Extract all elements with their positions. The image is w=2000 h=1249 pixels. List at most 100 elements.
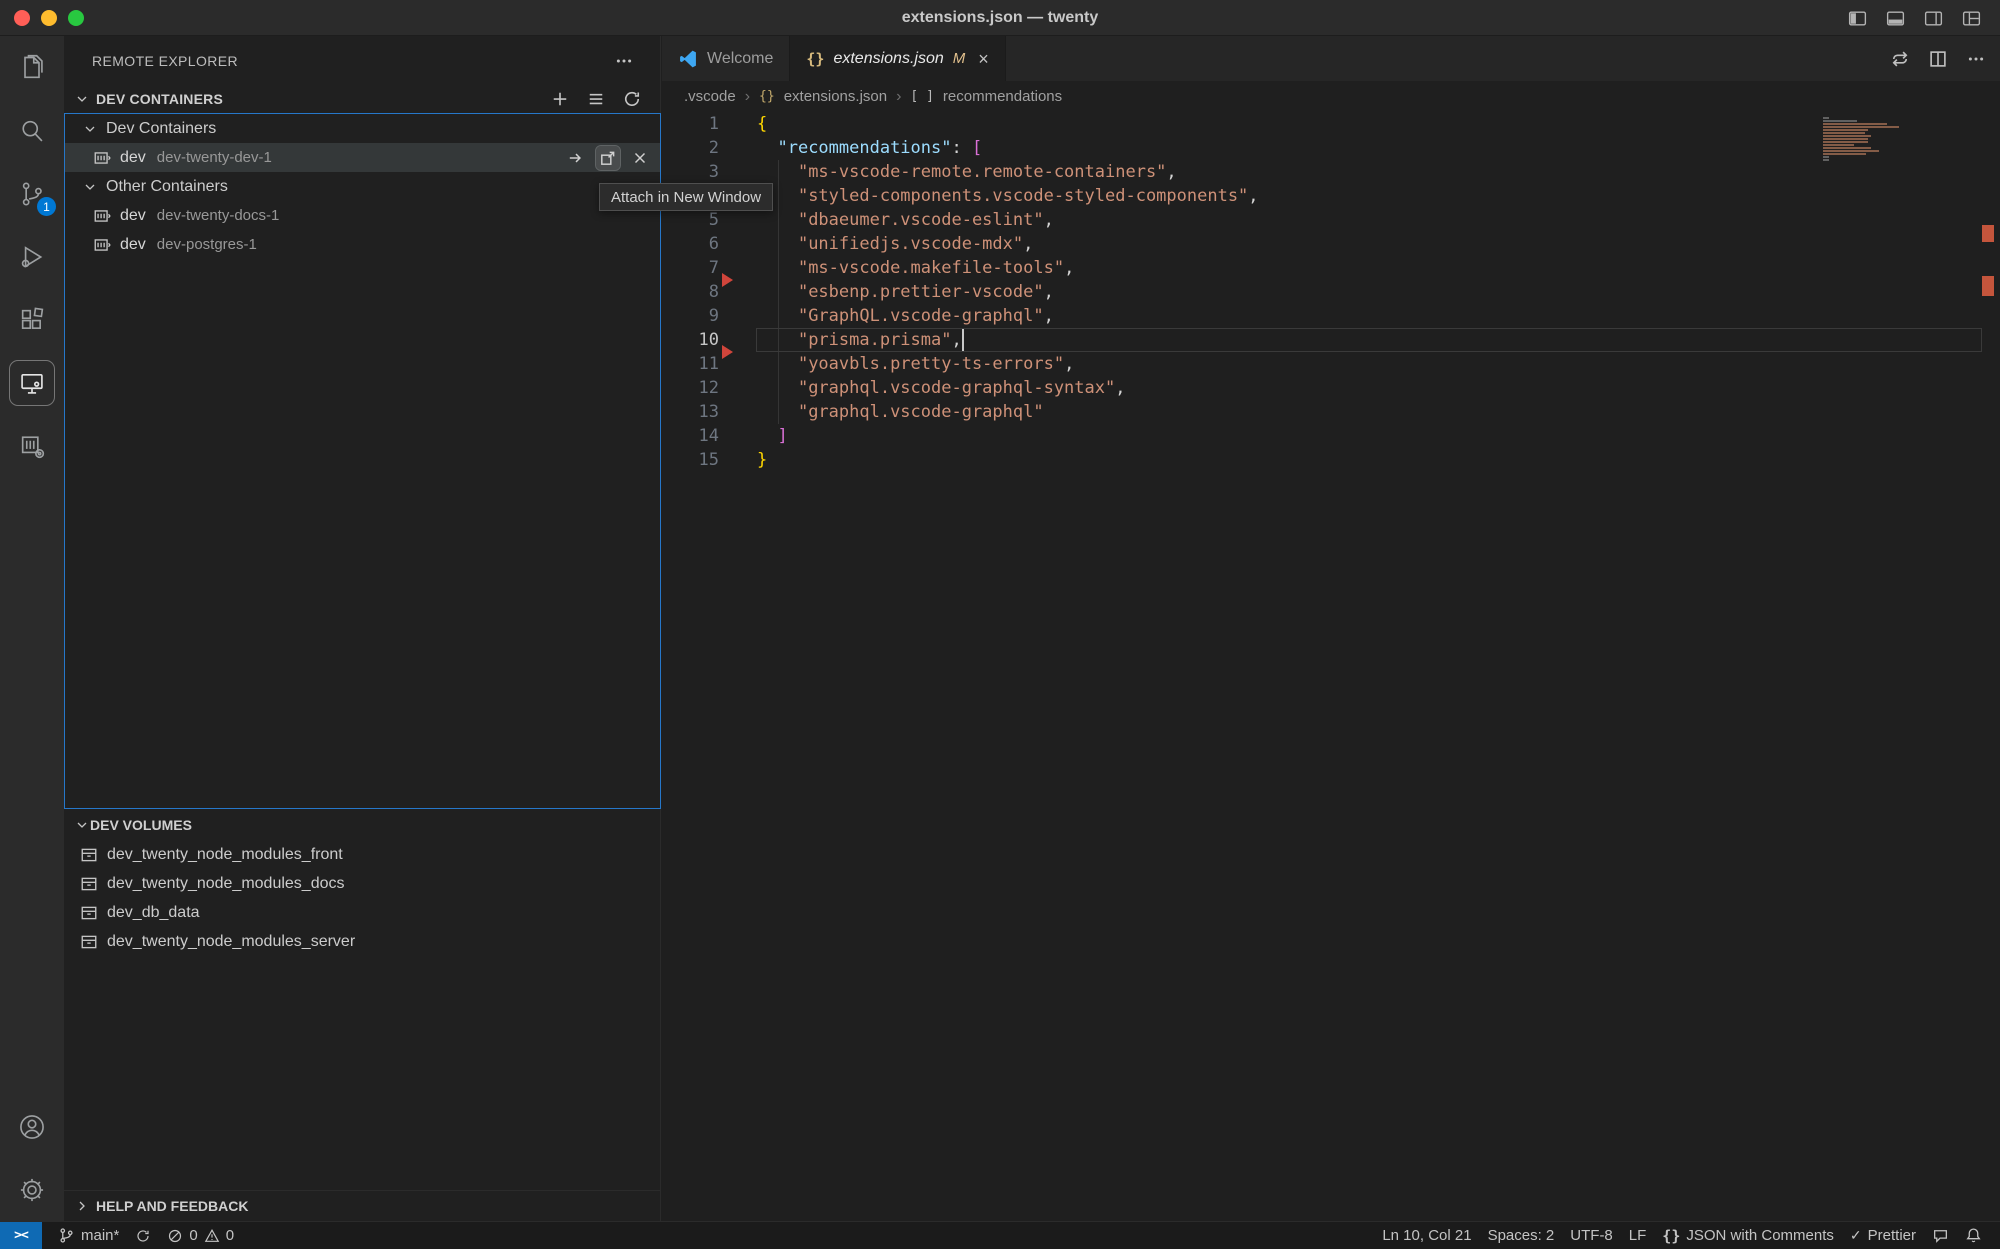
- account-icon[interactable]: [0, 1095, 64, 1158]
- eol-item[interactable]: LF: [1621, 1222, 1655, 1249]
- code-line-12[interactable]: 12 "graphql.vscode-graphql-syntax",: [662, 376, 2000, 400]
- close-window-button[interactable]: [14, 10, 30, 26]
- problems-item[interactable]: 0 0: [159, 1222, 242, 1249]
- encoding-item[interactable]: UTF-8: [1562, 1222, 1621, 1249]
- dev-volumes-section: DEV VOLUMES dev_twenty_node_modules_fron…: [64, 809, 660, 956]
- add-container-icon[interactable]: [550, 89, 570, 109]
- extensions-icon[interactable]: [0, 288, 64, 351]
- code-line-2[interactable]: 2 "recommendations": [: [662, 136, 2000, 160]
- sidebar-title: REMOTE EXPLORER: [92, 53, 238, 69]
- tree-group-other-containers[interactable]: Other Containers: [65, 172, 660, 201]
- tree-item-dev-twenty-dev-1[interactable]: dev dev-twenty-dev-1: [65, 143, 660, 172]
- breadcrumb-folder[interactable]: .vscode: [684, 88, 736, 105]
- breadcrumb-file[interactable]: extensions.json: [784, 88, 887, 105]
- code-line-6[interactable]: 6 "unifiedjs.vscode-mdx",: [662, 232, 2000, 256]
- line-number[interactable]: 6: [662, 232, 719, 256]
- line-number[interactable]: 2: [662, 136, 719, 160]
- volume-item[interactable]: dev_db_data: [64, 898, 660, 927]
- attach-in-new-window-icon[interactable]: [596, 146, 620, 170]
- code-line-1[interactable]: 1{: [662, 112, 2000, 136]
- source-control-icon[interactable]: 1: [0, 162, 64, 225]
- code-line-3[interactable]: 3 "ms-vscode-remote.remote-containers",: [662, 160, 2000, 184]
- line-number[interactable]: 8: [662, 280, 719, 304]
- code-line-5[interactable]: 5 "dbaeumer.vscode-eslint",: [662, 208, 2000, 232]
- more-actions-icon[interactable]: [614, 51, 634, 71]
- code-line-13[interactable]: 13 "graphql.vscode-graphql": [662, 400, 2000, 424]
- tab-welcome[interactable]: Welcome: [662, 36, 790, 81]
- more-actions-icon[interactable]: [1966, 49, 1986, 69]
- line-number[interactable]: 7: [662, 256, 719, 280]
- remove-container-icon[interactable]: [628, 146, 652, 170]
- run-debug-icon[interactable]: [0, 225, 64, 288]
- customize-layout-icon[interactable]: [1960, 7, 1982, 29]
- cursor-position-item[interactable]: Ln 10, Col 21: [1374, 1222, 1479, 1249]
- status-bar: >< main* 0 0 Ln 10, Col 21 Spaces: 2 UTF…: [0, 1221, 2000, 1249]
- code-line-10[interactable]: 10 "prisma.prisma",: [662, 328, 2000, 352]
- minimize-window-button[interactable]: [41, 10, 57, 26]
- line-number[interactable]: 12: [662, 376, 719, 400]
- code-line-15[interactable]: 15}: [662, 448, 2000, 472]
- line-number[interactable]: 3: [662, 160, 719, 184]
- tree-item-dev-twenty-docs-1[interactable]: dev dev-twenty-docs-1: [65, 201, 660, 230]
- code-line-11[interactable]: 11 "yoavbls.pretty-ts-errors",: [662, 352, 2000, 376]
- modified-badge: M: [953, 50, 966, 67]
- list-view-icon[interactable]: [586, 89, 606, 109]
- indentation-item[interactable]: Spaces: 2: [1480, 1222, 1563, 1249]
- remote-explorer-icon[interactable]: [0, 351, 64, 414]
- line-number[interactable]: 1: [662, 112, 719, 136]
- line-number[interactable]: 13: [662, 400, 719, 424]
- code-line-4[interactable]: 4 "styled-components.vscode-styled-compo…: [662, 184, 2000, 208]
- code-editor[interactable]: 1{2 "recommendations": [3 "ms-vscode-rem…: [662, 112, 2000, 1221]
- tree-group-dev-containers[interactable]: Dev Containers: [65, 114, 660, 143]
- toggle-panel-icon[interactable]: [1884, 7, 1906, 29]
- help-and-feedback-section-header[interactable]: HELP AND FEEDBACK: [64, 1190, 660, 1221]
- line-number[interactable]: 11: [662, 352, 719, 376]
- git-branch-item[interactable]: main*: [50, 1222, 127, 1249]
- sync-changes-icon[interactable]: [127, 1222, 159, 1249]
- toggle-primary-sidebar-icon[interactable]: [1846, 7, 1868, 29]
- code-line-8[interactable]: 8 "esbenp.prettier-vscode",: [662, 280, 2000, 304]
- warning-count: 0: [226, 1227, 234, 1244]
- json-file-icon: {}: [806, 50, 824, 68]
- notifications-bell-icon[interactable]: [1957, 1222, 1990, 1249]
- open-changes-icon[interactable]: [1890, 49, 1910, 69]
- code-line-14[interactable]: 14 ]: [662, 424, 2000, 448]
- volume-item[interactable]: dev_twenty_node_modules_server: [64, 927, 660, 956]
- tab-extensions-json[interactable]: {} extensions.json M ×: [790, 36, 1005, 81]
- toggle-secondary-sidebar-icon[interactable]: [1922, 7, 1944, 29]
- language-mode-item[interactable]: {} JSON with Comments: [1654, 1222, 1842, 1249]
- code-line-9[interactable]: 9 "GraphQL.vscode-graphql",: [662, 304, 2000, 328]
- zoom-window-button[interactable]: [68, 10, 84, 26]
- breadcrumb-symbol[interactable]: recommendations: [943, 88, 1062, 105]
- title-bar: extensions.json — twenty: [0, 0, 2000, 36]
- container-icon: [93, 236, 111, 254]
- dev-containers-icon[interactable]: [0, 414, 64, 477]
- feedback-icon[interactable]: [1924, 1222, 1957, 1249]
- window-title: extensions.json — twenty: [0, 9, 2000, 27]
- attach-to-container-icon[interactable]: [564, 146, 588, 170]
- volume-item[interactable]: dev_twenty_node_modules_front: [64, 840, 660, 869]
- git-deleted-marker: [722, 273, 733, 287]
- refresh-icon[interactable]: [622, 89, 642, 109]
- volume-item[interactable]: dev_twenty_node_modules_docs: [64, 869, 660, 898]
- dev-volumes-section-header[interactable]: DEV VOLUMES: [64, 809, 660, 840]
- line-number[interactable]: 5: [662, 208, 719, 232]
- chevron-down-icon: [74, 91, 90, 107]
- line-number[interactable]: 10: [662, 328, 719, 352]
- line-number[interactable]: 9: [662, 304, 719, 328]
- line-number[interactable]: 15: [662, 448, 719, 472]
- search-icon[interactable]: [0, 99, 64, 162]
- remote-indicator[interactable]: ><: [0, 1222, 42, 1249]
- line-number[interactable]: 14: [662, 424, 719, 448]
- explorer-icon[interactable]: [0, 36, 64, 99]
- volume-icon: [80, 875, 98, 893]
- settings-gear-icon[interactable]: [0, 1158, 64, 1221]
- close-tab-icon[interactable]: ×: [978, 50, 989, 68]
- formatter-item[interactable]: ✓ Prettier: [1842, 1222, 1924, 1249]
- split-editor-icon[interactable]: [1928, 49, 1948, 69]
- minimap[interactable]: [1823, 117, 1903, 162]
- code-line-7[interactable]: 7 "ms-vscode.makefile-tools",: [662, 256, 2000, 280]
- braces-icon: {}: [1662, 1227, 1680, 1245]
- dev-containers-section-header[interactable]: DEV CONTAINERS: [64, 85, 660, 113]
- tree-item-dev-postgres-1[interactable]: dev dev-postgres-1: [65, 230, 660, 259]
